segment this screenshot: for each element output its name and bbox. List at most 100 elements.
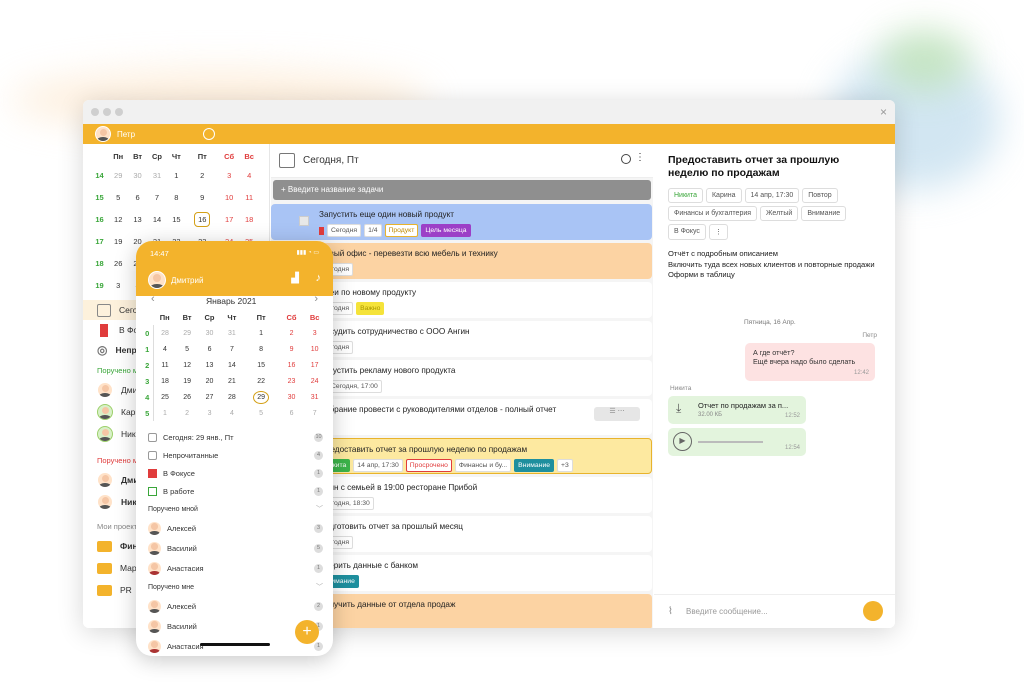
calendar-day[interactable]: 3: [108, 274, 128, 296]
calendar-day[interactable]: 8: [167, 186, 185, 208]
mobile-nav-item[interactable]: Непрочитанные 4: [136, 446, 333, 464]
calendar-day[interactable]: 14: [147, 208, 167, 230]
calendar-day[interactable]: 21: [221, 373, 242, 389]
calendar-day[interactable]: 17: [219, 208, 239, 230]
checkbox[interactable]: [299, 216, 309, 226]
calendar-day[interactable]: 3: [198, 405, 222, 421]
calendar-day[interactable]: 9: [186, 186, 219, 208]
file-message[interactable]: ⤓ Отчет по продажам за п... 32.00 КБ 12:…: [668, 396, 806, 424]
task-title[interactable]: Предоставить отчет за прошлую неделю по …: [668, 154, 848, 180]
message-bubble-outgoing[interactable]: А где отчёт? Ещё вчера надо было сделать…: [745, 343, 875, 381]
calendar-day[interactable]: 14: [221, 357, 242, 373]
calendar-day[interactable]: 27: [198, 389, 222, 405]
voice-message[interactable]: ▶ 12:54: [668, 428, 806, 456]
calendar-day[interactable]: 19: [108, 230, 128, 252]
stats-icon[interactable]: ▟: [291, 273, 299, 284]
calendar-day[interactable]: 25: [153, 389, 176, 405]
mobile-person[interactable]: Анастасия 1: [136, 558, 333, 578]
calendar-day[interactable]: 10: [219, 186, 239, 208]
calendar-day[interactable]: 18: [153, 373, 176, 389]
calendar-day[interactable]: 4: [153, 341, 176, 357]
window-dot-icon[interactable]: [91, 108, 99, 116]
microphone-icon[interactable]: [863, 601, 883, 621]
avatar[interactable]: [148, 271, 166, 289]
message-input[interactable]: Введите сообщение...: [686, 607, 768, 616]
calendar-day[interactable]: 15: [242, 357, 279, 373]
calendar-day[interactable]: 26: [108, 252, 128, 274]
calendar-day[interactable]: 28: [221, 389, 242, 405]
calendar-day[interactable]: 8: [242, 341, 279, 357]
calendar-day[interactable]: 6: [198, 341, 222, 357]
calendar-day[interactable]: 30: [280, 389, 304, 405]
close-icon[interactable]: ×: [880, 105, 887, 119]
more-chip[interactable]: ⋮: [708, 224, 728, 240]
timer-icon[interactable]: [203, 128, 215, 140]
calendar-day[interactable]: 6: [280, 405, 304, 421]
user-chip[interactable]: Карина: [705, 188, 742, 203]
mobile-person[interactable]: Василий 5: [136, 538, 333, 558]
calendar-day[interactable]: 5: [176, 341, 197, 357]
current-user[interactable]: Петр: [95, 126, 135, 142]
calendar-day[interactable]: 13: [198, 357, 222, 373]
user-chip[interactable]: Никита: [668, 188, 703, 203]
calendar-day[interactable]: 12: [108, 208, 128, 230]
calendar-day[interactable]: 30: [198, 325, 222, 341]
task-actions-icon[interactable]: ☰ ⋯: [594, 407, 640, 421]
calendar-day[interactable]: 2: [186, 164, 219, 186]
folder-chip[interactable]: Финансы и бухгалтерия: [668, 206, 758, 221]
calendar-day[interactable]: 11: [239, 186, 259, 208]
chevron-right-icon[interactable]: ›: [314, 293, 318, 305]
calendar-day[interactable]: 4: [239, 164, 259, 186]
calendar-day[interactable]: 29: [176, 325, 197, 341]
calendar-day[interactable]: 1: [153, 405, 176, 421]
play-icon[interactable]: ▶: [673, 432, 692, 451]
calendar-day[interactable]: 16: [186, 208, 219, 230]
mobile-section[interactable]: Поручено мне ﹀: [136, 578, 333, 596]
calendar-day[interactable]: 28: [153, 325, 176, 341]
calendar-day[interactable]: 10: [303, 341, 326, 357]
paperclip-icon[interactable]: ⌇: [668, 606, 673, 617]
calendar-day[interactable]: 23: [280, 373, 304, 389]
calendar-day[interactable]: 3: [219, 164, 239, 186]
calendar-day[interactable]: 31: [221, 325, 242, 341]
calendar-day[interactable]: 30: [128, 164, 146, 186]
mobile-person[interactable]: Алексей 3: [136, 518, 333, 538]
calendar-day[interactable]: 7: [303, 405, 326, 421]
calendar-day[interactable]: 31: [303, 389, 326, 405]
calendar-day[interactable]: 24: [303, 373, 326, 389]
mobile-section[interactable]: Поручено мной ﹀: [136, 500, 333, 518]
window-dot-icon[interactable]: [115, 108, 123, 116]
calendar-day[interactable]: 7: [221, 341, 242, 357]
add-button[interactable]: +: [295, 620, 319, 644]
new-task-input[interactable]: + Введите название задачи: [273, 180, 651, 200]
calendar-day[interactable]: 16: [280, 357, 304, 373]
calendar-day[interactable]: 20: [198, 373, 222, 389]
calendar-day[interactable]: 6: [128, 186, 146, 208]
mobile-nav-item[interactable]: Сегодня: 29 янв., Пт 10: [136, 428, 333, 446]
calendar-day[interactable]: 29: [108, 164, 128, 186]
calendar-day[interactable]: 5: [242, 405, 279, 421]
chevron-down-icon[interactable]: ﹀: [316, 582, 323, 592]
window-dot-icon[interactable]: [103, 108, 111, 116]
color-chip[interactable]: Желтый: [760, 206, 799, 221]
calendar-day[interactable]: 31: [147, 164, 167, 186]
download-icon[interactable]: ⤓: [676, 401, 681, 416]
calendar-day[interactable]: 22: [242, 373, 279, 389]
audio-progress[interactable]: [698, 441, 763, 443]
calendar-day[interactable]: 5: [108, 186, 128, 208]
calendar-day[interactable]: 1: [167, 164, 185, 186]
calendar-day[interactable]: 4: [221, 405, 242, 421]
calendar-day[interactable]: 11: [153, 357, 176, 373]
calendar-day[interactable]: 1: [242, 325, 279, 341]
calendar-day[interactable]: 7: [147, 186, 167, 208]
more-icon[interactable]: ⋮: [635, 152, 645, 163]
calendar-day[interactable]: 19: [176, 373, 197, 389]
chevron-left-icon[interactable]: ‹: [151, 293, 155, 305]
calendar-day[interactable]: 29: [242, 389, 279, 405]
calendar-day[interactable]: 3: [303, 325, 326, 341]
calendar-day[interactable]: 15: [167, 208, 185, 230]
repeat-chip[interactable]: Повтор: [802, 188, 838, 203]
bell-icon[interactable]: ♪: [316, 272, 322, 284]
task-description[interactable]: Отчёт с подробным описанием Включить туд…: [668, 249, 878, 281]
mobile-person[interactable]: Алексей 2: [136, 596, 333, 616]
